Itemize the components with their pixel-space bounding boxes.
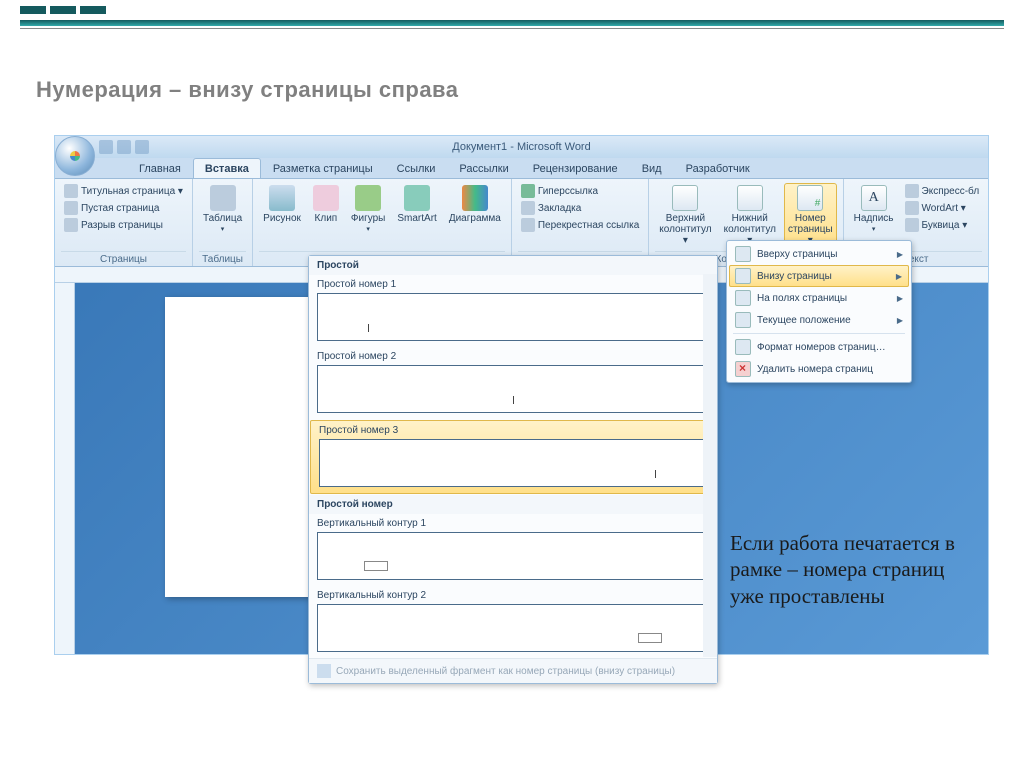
submenu-top-of-page[interactable]: Вверху страницы▶	[729, 243, 909, 265]
picture-button[interactable]: Рисунок	[259, 183, 305, 226]
group-tables: Таблица▾ Таблицы	[193, 179, 253, 266]
smartart-button[interactable]: SmartArt	[393, 183, 440, 226]
tab-home[interactable]: Главная	[127, 158, 193, 178]
hyperlink-button[interactable]: Гиперссылка	[518, 183, 642, 199]
clip-button[interactable]: Клип	[309, 183, 343, 226]
group-pages: Титульная страница ▾ Пустая страница Раз…	[55, 179, 193, 266]
page-break-button[interactable]: Разрыв страницы	[61, 217, 186, 233]
submenu-bottom-of-page[interactable]: Внизу страницы▶	[729, 265, 909, 287]
submenu-format-numbers[interactable]: Формат номеров страниц…	[729, 336, 909, 358]
slide-annotation: Если работа печатается в рамке – номера …	[730, 530, 980, 609]
dropcap-button[interactable]: Буквица ▾	[902, 217, 983, 233]
gallery-scrollbar[interactable]	[703, 274, 717, 657]
gallery-item-simple-3[interactable]: Простой номер 3	[310, 420, 716, 494]
wordart-button[interactable]: WordArt ▾	[902, 200, 983, 216]
page-number-submenu: Вверху страницы▶ Внизу страницы▶ На поля…	[726, 240, 912, 383]
tab-layout[interactable]: Разметка страницы	[261, 158, 385, 178]
gallery-save-selection[interactable]: Сохранить выделенный фрагмент как номер …	[309, 658, 717, 683]
preview-outline2-icon	[317, 604, 709, 652]
preview-center-icon	[317, 365, 709, 413]
gallery-item-simple-2[interactable]: Простой номер 2	[309, 347, 717, 419]
tab-developer[interactable]: Разработчик	[674, 158, 762, 178]
group-illustrations: Рисунок Клип Фигуры▾ SmartArt Диаграмма …	[253, 179, 512, 266]
preview-right-icon	[319, 439, 707, 487]
header-button[interactable]: Верхний колонтитул ▾	[655, 183, 715, 248]
tab-references[interactable]: Ссылки	[385, 158, 448, 178]
table-button[interactable]: Таблица▾	[199, 183, 246, 236]
gallery-item-simple-1[interactable]: Простой номер 1	[309, 275, 717, 347]
gallery-section-simple: Простой	[309, 256, 717, 275]
textbox-button[interactable]: AНадпись▾	[850, 183, 898, 236]
page-number-gallery: Простой Простой номер 1 Простой номер 2 …	[308, 255, 718, 684]
ribbon-tabs: Главная Вставка Разметка страницы Ссылки…	[55, 158, 988, 179]
page-number-button[interactable]: #Номер страницы ▾	[784, 183, 837, 248]
slide-thin-rule	[20, 28, 1004, 29]
cover-page-button[interactable]: Титульная страница ▾	[61, 183, 186, 199]
tab-mailings[interactable]: Рассылки	[447, 158, 520, 178]
slide-title: Нумерация – внизу страницы справа	[36, 77, 1024, 103]
window-title: Документ1 - Microsoft Word	[55, 136, 988, 158]
submenu-page-margins[interactable]: На полях страницы▶	[729, 287, 909, 309]
gallery-item-outline-2[interactable]: Вертикальный контур 2	[309, 586, 717, 658]
chart-button[interactable]: Диаграмма	[445, 183, 505, 226]
submenu-separator	[733, 333, 905, 334]
slide-decoration-bar	[0, 0, 1024, 20]
tab-view[interactable]: Вид	[630, 158, 674, 178]
submenu-remove-numbers[interactable]: Удалить номера страниц	[729, 358, 909, 380]
footer-button[interactable]: Нижний колонтитул ▾	[720, 183, 780, 248]
crossref-button[interactable]: Перекрестная ссылка	[518, 217, 642, 233]
tab-insert[interactable]: Вставка	[193, 158, 261, 178]
preview-left-icon	[317, 293, 709, 341]
submenu-current-position[interactable]: Текущее положение▶	[729, 309, 909, 331]
preview-outline1-icon	[317, 532, 709, 580]
page-preview	[165, 297, 325, 597]
gallery-section-simple-number: Простой номер	[309, 495, 717, 514]
slide-rule	[20, 20, 1004, 26]
quick-access-toolbar[interactable]	[99, 140, 149, 154]
bookmark-button[interactable]: Закладка	[518, 200, 642, 216]
left-gutter	[55, 283, 75, 654]
gallery-item-outline-1[interactable]: Вертикальный контур 1	[309, 514, 717, 586]
office-button[interactable]	[55, 136, 95, 176]
quickparts-button[interactable]: Экспресс-бл	[902, 183, 983, 199]
tab-review[interactable]: Рецензирование	[521, 158, 630, 178]
shapes-button[interactable]: Фигуры▾	[347, 183, 389, 236]
blank-page-button[interactable]: Пустая страница	[61, 200, 186, 216]
save-icon	[317, 664, 331, 678]
group-links: Гиперссылка Закладка Перекрестная ссылка…	[512, 179, 649, 266]
